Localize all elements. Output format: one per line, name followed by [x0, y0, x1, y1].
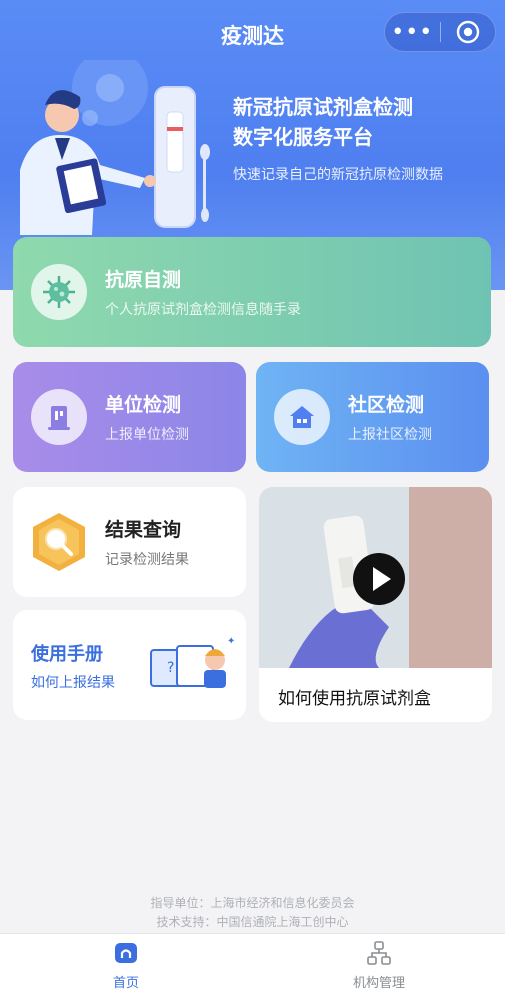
result-query-card[interactable]: 结果查询 记录检测结果 [13, 487, 246, 597]
banner-headline-line2: 数字化服务平台 [233, 125, 373, 149]
virus-icon [31, 264, 87, 320]
community-test-card[interactable]: 社区检测 上报社区检测 [256, 362, 489, 472]
guidance-unit-text: 指导单位：上海市经济和信息化委员会 [150, 896, 355, 910]
play-icon[interactable] [353, 553, 405, 605]
tab-org-management[interactable]: 机构管理 [319, 940, 439, 991]
tech-support-text: 技术支持：中国信通院上海工创中心 [156, 915, 349, 929]
manual-illustration-icon: ? ✦ [147, 632, 237, 694]
svg-text:?: ? [167, 660, 174, 676]
unit-test-card[interactable]: 单位检测 上报单位检测 [13, 362, 246, 472]
magnifier-icon [29, 511, 89, 573]
house-icon [274, 389, 330, 445]
unit-card-subtitle: 上报单位检测 [105, 427, 189, 443]
bottom-tab-bar: 首页 机构管理 [0, 933, 505, 1000]
antigen-card-subtitle: 个人抗原试剂盒检测信息随手录 [105, 302, 301, 318]
more-dots-icon[interactable]: ••• [385, 13, 440, 51]
video-tutorial-card[interactable]: 如何使用抗原试剂盒 [259, 487, 492, 722]
video-title: 如何使用抗原试剂盒 [278, 689, 431, 709]
target-circle-icon[interactable] [440, 13, 495, 51]
miniprogram-capsule: ••• [384, 12, 496, 52]
manual-card-subtitle: 如何上报结果 [31, 675, 115, 691]
doctor-illustration-icon [20, 60, 210, 235]
org-chart-icon [366, 941, 392, 970]
user-manual-card[interactable]: 使用手册 如何上报结果 ? ✦ [13, 610, 246, 720]
result-card-subtitle: 记录检测结果 [105, 552, 189, 568]
video-thumbnail[interactable] [259, 487, 492, 668]
tab-home[interactable]: 首页 [66, 940, 186, 991]
banner-headline: 新冠抗原试剂盒检测 数字化服务平台 [233, 92, 495, 152]
tab-org-label: 机构管理 [352, 976, 405, 991]
banner-headline-line1: 新冠抗原试剂盒检测 [233, 95, 413, 119]
antigen-self-test-card[interactable]: 抗原自测 个人抗原试剂盒检测信息随手录 [13, 237, 491, 347]
community-card-subtitle: 上报社区检测 [348, 427, 432, 443]
tab-home-label: 首页 [112, 976, 139, 991]
result-card-title: 结果查询 [105, 519, 182, 541]
unit-card-title: 单位检测 [105, 394, 182, 416]
building-icon [31, 389, 87, 445]
svg-text:✦: ✦ [227, 636, 235, 647]
community-card-title: 社区检测 [348, 394, 425, 416]
banner-subtitle: 快速记录自己的新冠抗原检测数据 [233, 167, 443, 183]
manual-card-title: 使用手册 [31, 644, 103, 665]
home-icon [113, 943, 139, 970]
antigen-card-title: 抗原自测 [105, 269, 182, 291]
